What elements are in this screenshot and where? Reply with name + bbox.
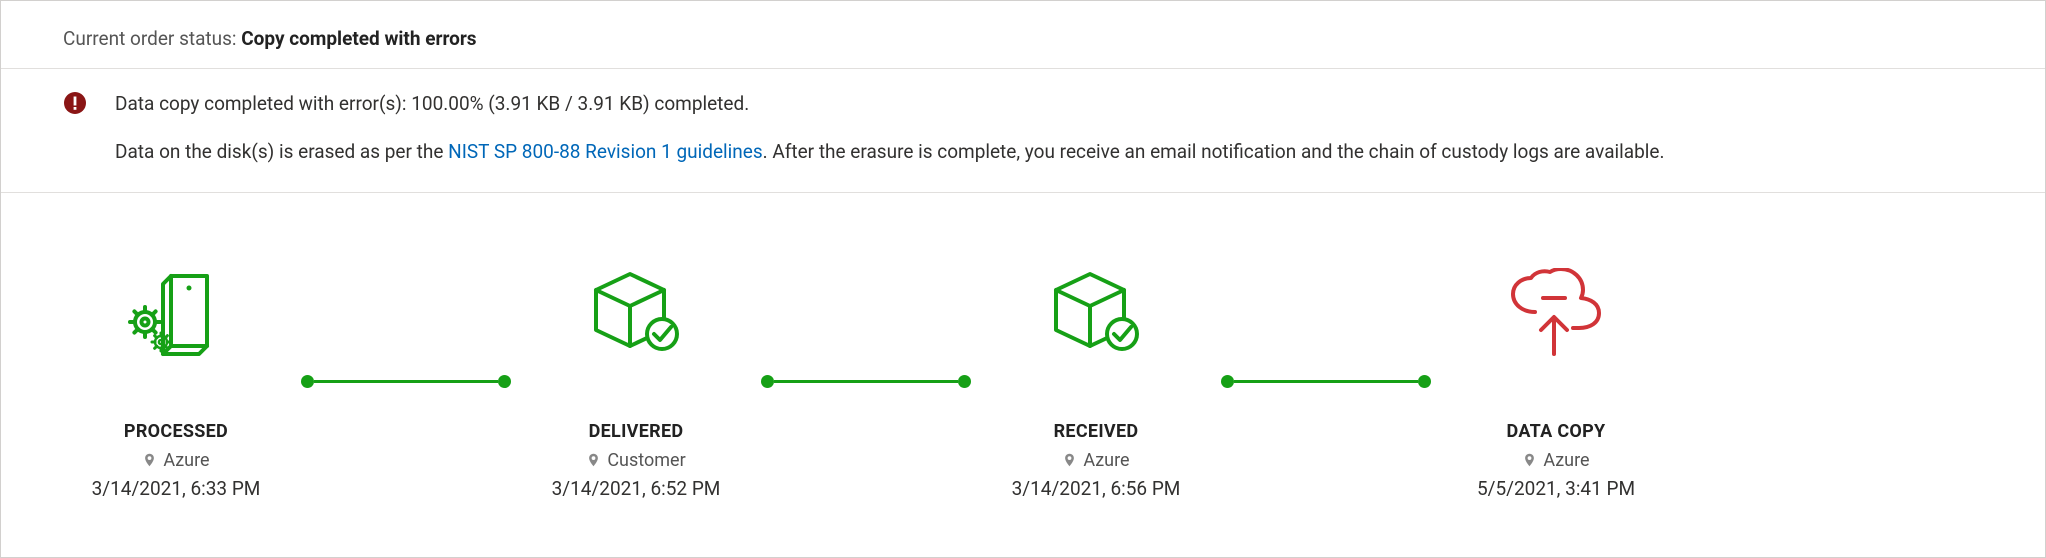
location-pin-icon	[586, 451, 601, 469]
order-status-panel: Current order status: Copy completed wit…	[0, 0, 2046, 558]
status-header: Current order status: Copy completed wit…	[1, 1, 2045, 69]
stage-date: 5/5/2021, 3:41 PM	[1441, 477, 1671, 500]
alert-line-2-prefix: Data on the disk(s) is erased as per the	[115, 140, 448, 163]
error-icon	[63, 91, 87, 115]
stage-location: Azure	[61, 450, 291, 471]
stage-data-copy: DATA COPY Azure 5/5/2021, 3:41 PM	[1441, 263, 1671, 500]
status-label-prefix: Current order status:	[63, 27, 241, 50]
nist-guidelines-link[interactable]: NIST SP 800-88 Revision 1 guidelines	[448, 140, 763, 163]
stage-location-text: Azure	[1543, 450, 1589, 471]
stage-title: DELIVERED	[521, 421, 751, 442]
stage-date: 3/14/2021, 6:33 PM	[61, 477, 291, 500]
processed-icon	[61, 263, 291, 363]
stage-title: RECEIVED	[981, 421, 1211, 442]
location-pin-icon	[142, 451, 157, 469]
stage-delivered: DELIVERED Customer 3/14/2021, 6:52 PM	[521, 263, 751, 500]
timeline-connector	[301, 331, 511, 431]
location-pin-icon	[1062, 451, 1077, 469]
alert-line-2-suffix: . After the erasure is complete, you rec…	[763, 140, 1665, 163]
stage-date: 3/14/2021, 6:56 PM	[981, 477, 1211, 500]
stage-location: Customer	[521, 450, 751, 471]
stage-processed: PROCESSED Azure 3/14/2021, 6:33 PM	[61, 263, 291, 500]
stage-location: Azure	[1441, 450, 1671, 471]
stage-location: Azure	[981, 450, 1211, 471]
status-value: Copy completed with errors	[241, 27, 476, 50]
received-icon	[981, 263, 1211, 363]
stage-title: DATA COPY	[1441, 421, 1671, 442]
stage-location-text: Azure	[163, 450, 209, 471]
stage-title: PROCESSED	[61, 421, 291, 442]
stage-location-text: Azure	[1083, 450, 1129, 471]
stage-date: 3/14/2021, 6:52 PM	[521, 477, 751, 500]
alert-text: Data copy completed with error(s): 100.0…	[115, 89, 1664, 168]
delivered-icon	[521, 263, 751, 363]
timeline-connector	[761, 331, 971, 431]
order-timeline: PROCESSED Azure 3/14/2021, 6:33 PM	[1, 193, 2045, 500]
timeline-connector	[1221, 331, 1431, 431]
data-copy-error-icon	[1441, 263, 1671, 363]
stage-received: RECEIVED Azure 3/14/2021, 6:56 PM	[981, 263, 1211, 500]
alert-block: Data copy completed with error(s): 100.0…	[1, 69, 2045, 193]
stage-location-text: Customer	[607, 450, 685, 471]
alert-line-2: Data on the disk(s) is erased as per the…	[115, 137, 1664, 167]
alert-line-1: Data copy completed with error(s): 100.0…	[115, 89, 1664, 119]
location-pin-icon	[1522, 451, 1537, 469]
